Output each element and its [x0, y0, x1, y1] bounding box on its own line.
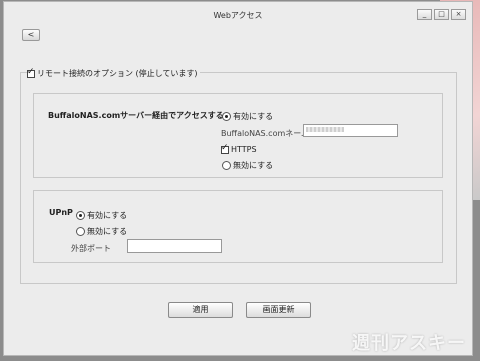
upnp-heading: UPnP [49, 208, 73, 217]
buffalonas-enable-option[interactable]: 有効にする [222, 111, 273, 122]
https-checkbox[interactable] [221, 143, 229, 154]
remote-options-checkbox[interactable] [27, 67, 35, 78]
buffalonas-disable-radio[interactable] [222, 161, 231, 170]
upnp-disable-label: 無効にする [87, 227, 128, 236]
buffalonas-disable-label: 無効にする [233, 161, 274, 170]
refresh-button[interactable]: 画面更新 [246, 302, 311, 318]
upnp-enable-label: 有効にする [87, 211, 128, 220]
https-option[interactable]: HTTPS [221, 143, 257, 154]
buffalonas-enable-radio[interactable] [222, 112, 231, 121]
external-port-input[interactable] [127, 239, 222, 253]
buffalonas-name-label: BuffaloNAS.comネーム [221, 129, 310, 138]
https-label: HTTPS [231, 145, 257, 154]
buffalonas-disable-option[interactable]: 無効にする [222, 160, 273, 171]
remote-options-label: リモート接続のオプション (停止しています) [37, 69, 198, 78]
buffalonas-heading: BuffaloNAS.comサーバー経由でアクセスする [48, 111, 224, 120]
back-button[interactable]: < [22, 29, 40, 41]
remote-options-row: リモート接続のオプション (停止しています) [27, 67, 200, 79]
minimize-button[interactable]: _ [417, 9, 432, 20]
window-controls: _ □ × [417, 9, 466, 20]
buffalonas-name-input[interactable] [303, 124, 398, 137]
upnp-disable-option[interactable]: 無効にする [76, 226, 127, 237]
upnp-enable-option[interactable]: 有効にする [76, 210, 127, 221]
buffalonas-enable-label: 有効にする [233, 112, 274, 121]
upnp-disable-radio[interactable] [76, 227, 85, 236]
maximize-button[interactable]: □ [434, 9, 449, 20]
publisher-watermark: 週刊アスキー [352, 333, 466, 354]
external-port-label: 外部ポート [71, 244, 111, 253]
masked-name-value [306, 127, 344, 132]
upnp-enable-radio[interactable] [76, 211, 85, 220]
close-button[interactable]: × [451, 9, 466, 20]
window-title: Webアクセス [213, 11, 263, 20]
title-bar: Webアクセス _ □ × [4, 2, 472, 26]
apply-button[interactable]: 適用 [168, 302, 233, 318]
